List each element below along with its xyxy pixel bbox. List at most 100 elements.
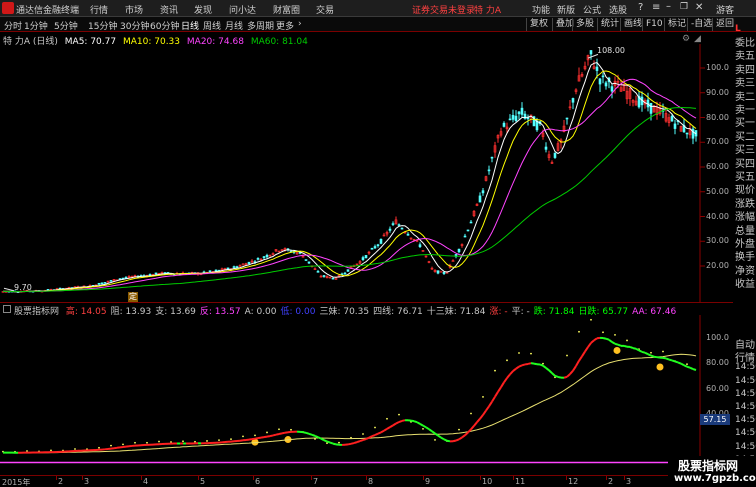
signal-dot [650,351,652,354]
candle-body [469,221,473,224]
indicator-fast-line [542,364,547,369]
tab-30min[interactable]: 30分钟 [120,19,149,32]
guest-label[interactable]: 游客 [716,3,734,16]
signal-dot [278,428,280,431]
indicator-fast-line [455,438,460,442]
indicator-fast-line [587,342,592,348]
more-chevron-icon[interactable]: › [298,19,302,29]
button-watchlist[interactable]: -自选 [687,18,715,31]
signal-dot [74,448,76,450]
low-pointer [3,287,15,292]
indicator-fast-line [521,363,526,367]
candle-body [691,128,695,139]
button-multi-stock[interactable]: 多股 [572,18,597,31]
menu-function[interactable]: 功能 [532,3,550,16]
menu-ask[interactable]: 问小达 [229,3,256,16]
indicator-fast-line [428,428,433,433]
candle-body [322,275,326,277]
indicator-fast-line [518,364,523,368]
tab-60min[interactable]: 60分钟 [150,19,179,32]
minimize-icon[interactable]: – [666,1,671,12]
indicator-fast-line [680,362,685,367]
event-marker[interactable]: 定 [128,292,138,302]
indicator-fast-line [377,431,382,435]
signal-dot [98,446,100,449]
watermark-url: www.7gpzb.com [674,473,756,484]
menu-discover[interactable]: 发现 [194,3,212,16]
indicator-fast-line [482,409,487,416]
tab-weekly[interactable]: 周线 [203,19,221,32]
candle-body [520,107,524,115]
candle-body [265,254,269,258]
indicator-fast-line [683,364,688,368]
menu-wealth-circle[interactable]: 财富圈 [273,3,300,16]
indicator-toggle-icon[interactable] [3,305,11,313]
menu-formula[interactable]: 公式 [583,3,601,16]
tab-5min[interactable]: 5分钟 [54,19,78,32]
close-icon[interactable]: ✕ [695,2,703,13]
candle-body [391,223,395,225]
menu-market[interactable]: 市场 [125,3,143,16]
tab-monthly[interactable]: 月线 [225,19,243,32]
button-back[interactable]: 返回 [712,18,737,31]
button-mark[interactable]: 标记 [664,18,689,31]
menu-market-quotes[interactable]: 行情 [90,3,108,16]
indicator-fast-line [305,431,310,435]
month-tick [82,476,83,480]
tab-1min[interactable]: 1分钟 [24,19,48,32]
stock-name-label: 特 力A [474,6,502,16]
tab-multi-period[interactable]: 多周期 [247,19,274,32]
month-label: 10 [482,477,493,486]
month-label: 11 [515,477,526,486]
tab-timeshare[interactable]: 分时 [4,19,22,32]
chart-options-icon[interactable]: ◢ [694,34,701,44]
indicator-fast-line [452,439,457,443]
indicator-fast-line [254,437,259,440]
signal-dot [110,444,112,447]
indicator-fast-line [389,424,394,429]
menu-stock-select[interactable]: 选股 [609,3,627,16]
button-stats[interactable]: 统计 [597,18,622,31]
month-tick [253,476,254,480]
indicator-fast-line [641,350,646,354]
candle-body [418,244,422,248]
button-f10[interactable]: F10 [642,18,666,31]
price-chart[interactable] [0,44,733,302]
menu-icon[interactable]: ≡ [652,2,660,13]
app-title: 通达信金融终端 [16,6,80,16]
candle-body [598,78,602,85]
app-logo-icon [2,2,14,14]
tab-15min[interactable]: 15分钟 [88,19,117,32]
month-label: 2 [608,477,614,486]
indicator-fast-line [488,401,493,407]
candle-body [442,272,446,274]
signal-dot [134,441,136,444]
menu-new-version[interactable]: 新版 [557,3,575,16]
signal-dot [530,352,532,355]
tab-more[interactable]: 更多 [276,19,294,32]
chart-settings-icon[interactable]: ⚙ [682,34,690,44]
indicator-fast-line [311,433,316,437]
ma5-line [3,62,697,293]
restore-icon[interactable]: ❐ [680,2,688,12]
indicator-fast-line [485,405,490,412]
tab-daily[interactable]: 日线 [181,19,199,32]
menu-news[interactable]: 资讯 [160,3,178,16]
quote-panel: L 委比 卖五 卖四 卖三 卖二 卖一 买一 买二 买三 买四 买五 现价 涨跌 涨幅 总量 外盘 换手 净资 收益 [733,24,756,301]
indicator-fast-line [284,431,289,434]
menu-trade[interactable]: 交易 [316,3,334,16]
signal-marker [656,363,664,371]
month-label: 2 [58,477,64,486]
month-tick [606,476,607,480]
indicator-chart[interactable] [0,315,733,475]
month-tick [141,476,142,480]
indicator-fast-line [326,440,331,444]
button-adjust[interactable]: 复权 [526,18,551,31]
indicator-fast-line [509,370,514,376]
indicator-fast-line [446,439,451,443]
signal-dot [434,439,436,441]
help-icon[interactable]: ? [638,2,643,13]
candle-body [589,50,593,55]
indicator-fast-line [401,419,406,422]
candle-body [502,122,506,127]
